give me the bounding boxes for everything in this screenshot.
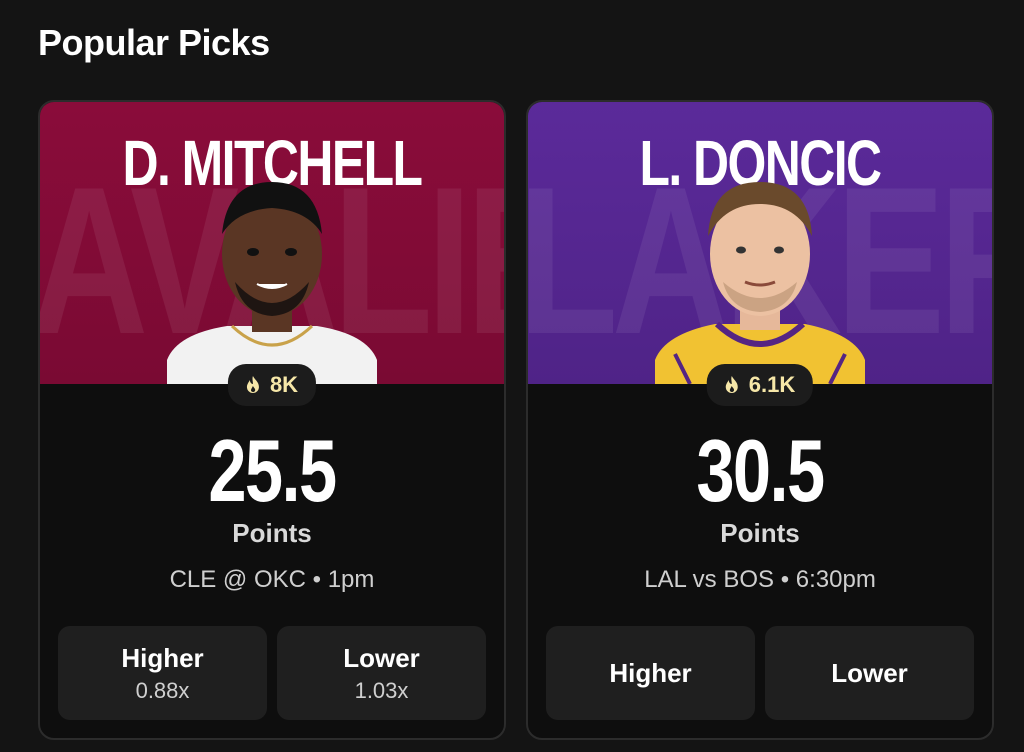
player-headshot [655, 182, 865, 384]
flame-icon [725, 376, 738, 393]
lower-button[interactable]: Lower 1.03x [277, 626, 486, 720]
player-hero: AVALIER D. MITCHELL [40, 102, 504, 384]
stat-line-value: 25.5 [208, 421, 337, 520]
pick-options: Higher 0.88x Lower 1.03x [58, 626, 486, 720]
game-matchup: LAL vs BOS • 6:30pm [644, 566, 876, 593]
higher-multiplier: 0.88x [135, 677, 190, 703]
popular-picks-page: Popular Picks AVALIER D. MITCHELL [0, 0, 1024, 752]
pick-card-doncic[interactable]: LAKERS L. DONCIC 6.1K 30 [526, 100, 994, 740]
game-matchup: CLE @ OKC • 1pm [169, 566, 375, 593]
popularity-count: 8K [269, 372, 299, 397]
lower-label: Lower [831, 657, 908, 688]
stat-type: Points [720, 518, 800, 548]
higher-label: Higher [609, 657, 692, 688]
stat-type: Points [232, 518, 312, 548]
player-headshot [167, 182, 377, 384]
popularity-badge: 6.1K [706, 364, 814, 406]
player-hero: LAKERS L. DONCIC [528, 102, 992, 384]
higher-button[interactable]: Higher [546, 626, 755, 720]
flame-icon [246, 376, 259, 393]
higher-button[interactable]: Higher 0.88x [58, 626, 267, 720]
section-title: Popular Picks [38, 22, 270, 63]
pick-card-mitchell[interactable]: AVALIER D. MITCHELL 8K 25.5 Points [38, 100, 506, 740]
lower-multiplier: 1.03x [354, 677, 409, 703]
higher-label: Higher [121, 642, 204, 673]
pick-options: Higher Lower [546, 626, 974, 720]
popularity-badge: 8K [227, 364, 317, 406]
popularity-count: 6.1K [748, 372, 796, 397]
stat-line-value: 30.5 [696, 421, 825, 520]
lower-label: Lower [343, 642, 420, 673]
lower-button[interactable]: Lower [765, 626, 974, 720]
